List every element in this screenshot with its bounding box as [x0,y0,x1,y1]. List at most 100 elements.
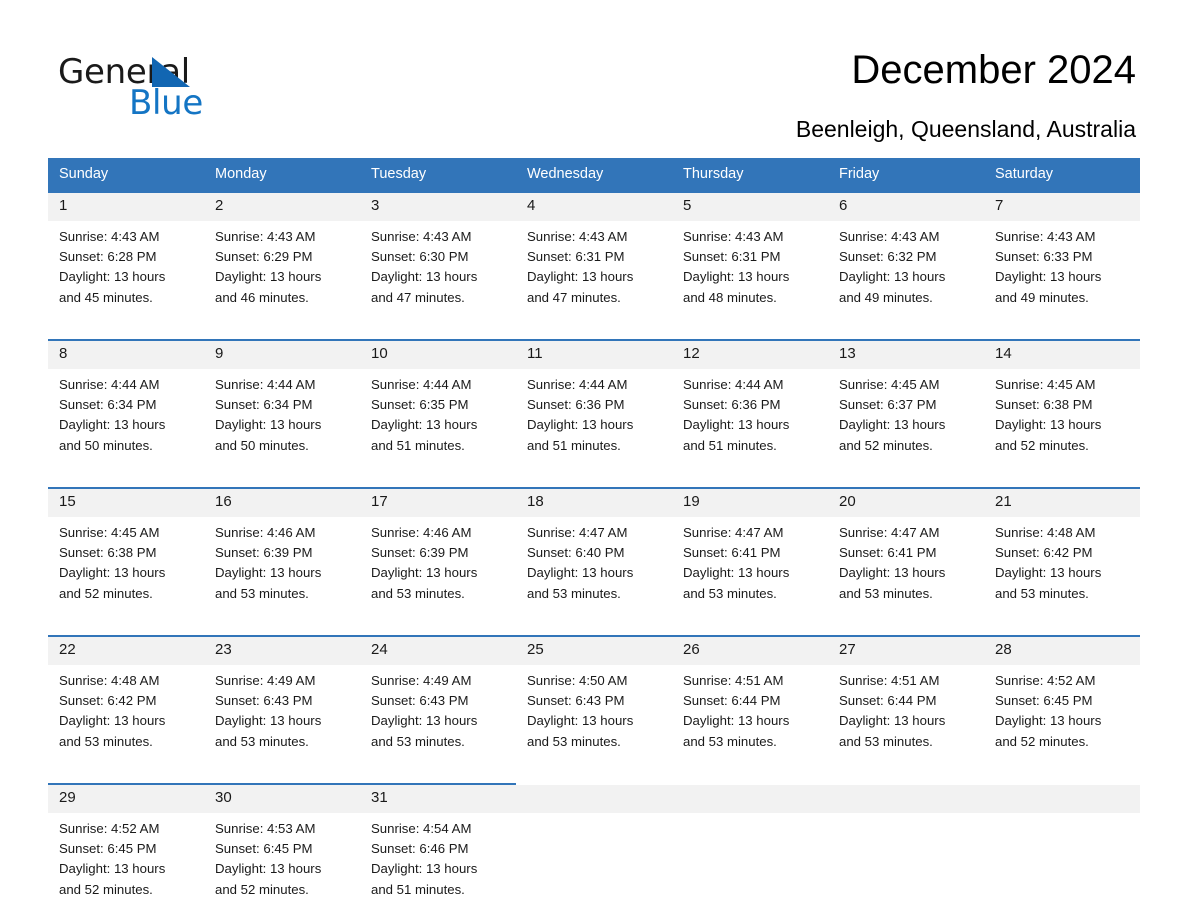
daylight-text-line2: and 53 minutes. [215,585,309,601]
daylight-text-line2: and 53 minutes. [683,585,777,601]
sunrise-text: Sunrise: 4:52 AM [59,821,160,836]
day-info-cell: Sunrise: 4:43 AM Sunset: 6:30 PM Daylight:… [360,221,516,327]
daylight-text-line2: and 53 minutes. [683,733,777,749]
daylight-text-line1: Daylight: 13 hours [215,417,322,433]
sunrise-text: Sunrise: 4:50 AM [527,673,628,688]
day-number-cell[interactable]: 30 [204,783,360,813]
week-separator-cell [48,771,1140,784]
day-number-cell[interactable]: 5 [672,191,828,221]
day-number-cell[interactable]: 13 [828,339,984,369]
day-number-cell[interactable]: 24 [360,635,516,665]
daylight-text-line2: and 46 minutes. [215,289,309,305]
day-info-cell: Sunrise: 4:47 AM Sunset: 6:41 PM Daylight:… [828,517,984,623]
daylight-text-line2: and 53 minutes. [527,733,621,749]
day-number-cell[interactable]: 19 [672,487,828,517]
day-info-cell: Sunrise: 4:43 AM Sunset: 6:32 PM Daylight:… [828,221,984,327]
day-number-cell[interactable]: 4 [516,191,672,221]
day-number-cell[interactable]: 15 [48,487,204,517]
daylight-text-line1: Daylight: 13 hours [839,417,946,433]
sunrise-text: Sunrise: 4:51 AM [839,673,940,688]
daylight-text-line2: and 47 minutes. [527,289,621,305]
weekday-header-sunday: Sunday [48,158,204,192]
sunset-text: Sunset: 6:39 PM [371,545,469,561]
daylight-text-line1: Daylight: 13 hours [215,861,322,877]
day-number-cell[interactable]: 2 [204,191,360,221]
day-info-cell: Sunrise: 4:46 AM Sunset: 6:39 PM Daylight:… [360,517,516,623]
calendar-table: Sunday Monday Tuesday Wednesday Thursday… [48,158,1140,919]
day-number-empty [672,783,828,813]
daylight-text-line2: and 53 minutes. [215,733,309,749]
daylight-text-line1: Daylight: 13 hours [683,269,790,285]
day-number-cell[interactable]: 8 [48,339,204,369]
day-info-cell: Sunrise: 4:50 AM Sunset: 6:43 PM Daylight:… [516,665,672,771]
day-number-empty [984,783,1140,813]
day-number-cell[interactable]: 1 [48,191,204,221]
sunset-text: Sunset: 6:28 PM [59,249,157,265]
sunset-text: Sunset: 6:41 PM [683,545,781,561]
sunset-text: Sunset: 6:33 PM [995,249,1093,265]
weekday-header-monday: Monday [204,158,360,192]
generalblue-logo[interactable]: General Blue [58,52,298,130]
day-number-cell[interactable]: 28 [984,635,1140,665]
day-number-empty [828,783,984,813]
day-number-cell[interactable]: 14 [984,339,1140,369]
sunrise-text: Sunrise: 4:53 AM [215,821,316,836]
day-number-cell[interactable]: 20 [828,487,984,517]
calendar-header-row: Sunday Monday Tuesday Wednesday Thursday… [48,158,1140,192]
sunrise-text: Sunrise: 4:44 AM [683,377,784,392]
day-number-cell[interactable]: 22 [48,635,204,665]
day-number-cell[interactable]: 23 [204,635,360,665]
day-number-cell[interactable]: 10 [360,339,516,369]
daylight-text-line2: and 48 minutes. [683,289,777,305]
day-number-cell[interactable]: 21 [984,487,1140,517]
daylight-text-line2: and 53 minutes. [371,585,465,601]
day-info-cell: Sunrise: 4:46 AM Sunset: 6:39 PM Daylight:… [204,517,360,623]
daylight-text-line2: and 53 minutes. [995,585,1089,601]
day-number-cell[interactable]: 7 [984,191,1140,221]
sunrise-text: Sunrise: 4:43 AM [527,229,628,244]
sunset-text: Sunset: 6:42 PM [995,545,1093,561]
daylight-text-line1: Daylight: 13 hours [839,269,946,285]
day-number-cell[interactable]: 3 [360,191,516,221]
daylight-text-line2: and 53 minutes. [371,733,465,749]
sunset-text: Sunset: 6:46 PM [371,841,469,857]
day-info-empty [984,813,1140,919]
day-info-cell: Sunrise: 4:48 AM Sunset: 6:42 PM Daylight:… [48,665,204,771]
day-number-cell[interactable]: 18 [516,487,672,517]
day-number-cell[interactable]: 16 [204,487,360,517]
day-info-cell: Sunrise: 4:48 AM Sunset: 6:42 PM Daylight:… [984,517,1140,623]
day-number-cell[interactable]: 29 [48,783,204,813]
sunset-text: Sunset: 6:35 PM [371,397,469,413]
day-info-cell: Sunrise: 4:44 AM Sunset: 6:36 PM Daylight:… [672,369,828,475]
day-info-cell: Sunrise: 4:47 AM Sunset: 6:40 PM Daylight:… [516,517,672,623]
day-info-cell: Sunrise: 4:44 AM Sunset: 6:34 PM Daylight:… [48,369,204,475]
sunset-text: Sunset: 6:44 PM [839,693,937,709]
sunset-text: Sunset: 6:43 PM [371,693,469,709]
sunset-text: Sunset: 6:43 PM [527,693,625,709]
week-info-row: Sunrise: 4:48 AM Sunset: 6:42 PM Daylight:… [48,665,1140,771]
day-info-cell: Sunrise: 4:44 AM Sunset: 6:34 PM Daylight:… [204,369,360,475]
daylight-text-line1: Daylight: 13 hours [59,861,166,877]
day-number-cell[interactable]: 11 [516,339,672,369]
day-info-cell: Sunrise: 4:54 AM Sunset: 6:46 PM Daylight:… [360,813,516,919]
daylight-text-line1: Daylight: 13 hours [527,713,634,729]
sunrise-text: Sunrise: 4:52 AM [995,673,1096,688]
daylight-text-line1: Daylight: 13 hours [527,269,634,285]
daylight-text-line2: and 50 minutes. [215,437,309,453]
day-number-cell[interactable]: 6 [828,191,984,221]
day-number-cell[interactable]: 27 [828,635,984,665]
day-info-cell: Sunrise: 4:45 AM Sunset: 6:37 PM Daylight:… [828,369,984,475]
day-number-cell[interactable]: 17 [360,487,516,517]
day-number-cell[interactable]: 26 [672,635,828,665]
day-number-cell[interactable]: 12 [672,339,828,369]
day-number-cell[interactable]: 25 [516,635,672,665]
week-separator [48,327,1140,340]
week-info-row: Sunrise: 4:44 AM Sunset: 6:34 PM Daylight:… [48,369,1140,475]
daylight-text-line2: and 53 minutes. [527,585,621,601]
daylight-text-line2: and 49 minutes. [839,289,933,305]
sunrise-text: Sunrise: 4:49 AM [215,673,316,688]
daylight-text-line1: Daylight: 13 hours [839,713,946,729]
daylight-text-line1: Daylight: 13 hours [371,861,478,877]
day-number-cell[interactable]: 31 [360,783,516,813]
day-number-cell[interactable]: 9 [204,339,360,369]
